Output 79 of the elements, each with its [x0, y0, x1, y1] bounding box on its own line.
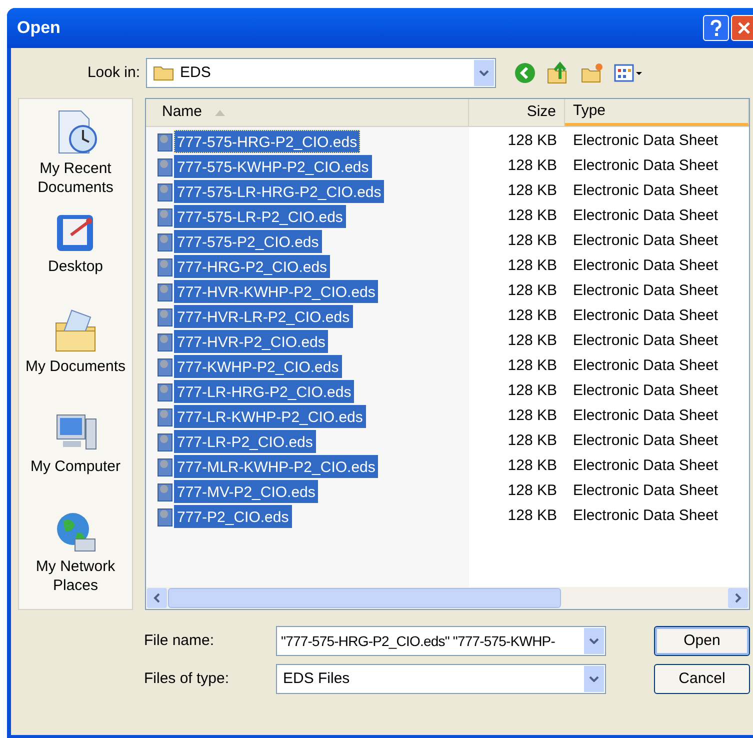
file-name[interactable]: 777-575-LR-P2_CIO.eds — [174, 205, 346, 228]
file-name[interactable]: 777-LR-KWHP-P2_CIO.eds — [174, 405, 366, 428]
file-type: Electronic Data Sheet — [572, 156, 718, 176]
file-type: Electronic Data Sheet — [572, 231, 718, 252]
file-type-dropdown[interactable]: EDS Files — [276, 664, 606, 694]
file-size: 128 KB — [506, 431, 558, 452]
cancel-button[interactable]: Cancel — [654, 664, 750, 694]
file-size: 128 KB — [506, 181, 558, 202]
file-type: Electronic Data Sheet — [572, 181, 718, 202]
file-type: Electronic Data Sheet — [572, 281, 718, 302]
file-size: 128 KB — [506, 406, 558, 426]
file-name[interactable]: 777-KWHP-P2_CIO.eds — [174, 355, 342, 378]
file-size: 128 KB — [506, 256, 558, 276]
column-header[interactable]: Size — [469, 99, 565, 126]
help-button[interactable] — [703, 15, 729, 41]
file-name[interactable]: 777-MLR-KWHP-P2_CIO.eds — [174, 455, 378, 478]
help-icon — [708, 19, 724, 37]
file-type: Electronic Data Sheet — [572, 456, 718, 476]
file-name[interactable]: 777-P2_CIO.eds — [174, 505, 292, 528]
column-header[interactable]: Type — [565, 99, 749, 126]
file-name-field[interactable]: "777-575-HRG-P2_CIO.eds" "777-575-KWHP- — [276, 626, 606, 656]
file-type: Electronic Data Sheet — [572, 256, 718, 276]
scroll-right-icon[interactable] — [728, 588, 748, 608]
file-size: 128 KB — [506, 381, 558, 402]
file-name[interactable]: 777-MV-P2_CIO.eds — [174, 480, 318, 503]
file-type: Electronic Data Sheet — [572, 206, 718, 226]
place-item[interactable]: Desktop — [20, 209, 130, 309]
new-folder-icon[interactable] — [580, 62, 604, 84]
file-size: 128 KB — [506, 331, 558, 352]
file-size: 128 KB — [506, 306, 558, 326]
file-name[interactable]: 777-575-HRG-P2_CIO.eds — [174, 130, 360, 153]
scroll-thumb[interactable] — [168, 588, 561, 608]
column-header[interactable]: Name — [146, 99, 469, 126]
folder-icon — [153, 64, 175, 82]
file-size: 128 KB — [506, 356, 558, 376]
file-type: Electronic Data Sheet — [572, 131, 718, 152]
file-name-label: File name: — [144, 630, 216, 651]
file-name[interactable]: 777-HVR-KWHP-P2_CIO.eds — [174, 280, 378, 303]
place-item[interactable]: My Recent Documents — [20, 109, 130, 209]
file-name[interactable]: 777-575-LR-HRG-P2_CIO.eds — [174, 180, 384, 203]
file-name[interactable]: 777-HVR-LR-P2_CIO.eds — [174, 305, 353, 328]
file-type: Electronic Data Sheet — [572, 506, 718, 526]
look-in-value: EDS — [180, 62, 212, 83]
file-size: 128 KB — [506, 506, 558, 526]
file-name[interactable]: 777-LR-P2_CIO.eds — [174, 430, 316, 453]
file-size: 128 KB — [506, 231, 558, 252]
place-item[interactable]: My Computer — [20, 409, 130, 509]
file-size: 128 KB — [506, 481, 558, 502]
file-size: 128 KB — [506, 206, 558, 226]
back-icon[interactable] — [514, 62, 536, 84]
file-size: 128 KB — [506, 281, 558, 302]
file-type: Electronic Data Sheet — [572, 356, 718, 376]
file-size: 128 KB — [506, 156, 558, 176]
close-button[interactable] — [731, 15, 753, 41]
file-size: 128 KB — [506, 131, 558, 152]
file-type: Electronic Data Sheet — [572, 381, 718, 402]
file-name[interactable]: 777-HVR-P2_CIO.eds — [174, 330, 328, 353]
file-name[interactable]: 777-HRG-P2_CIO.eds — [174, 255, 330, 278]
window-title: Open — [17, 17, 62, 40]
look-in-dropdown[interactable]: EDS — [146, 58, 496, 88]
file-type: Electronic Data Sheet — [572, 431, 718, 452]
file-type: Electronic Data Sheet — [572, 306, 718, 326]
file-name[interactable]: 777-LR-HRG-P2_CIO.eds — [174, 380, 354, 403]
file-size: 128 KB — [506, 456, 558, 476]
horizontal-scrollbar[interactable] — [146, 587, 749, 609]
file-name[interactable]: 777-575-P2_CIO.eds — [174, 230, 322, 253]
close-icon — [736, 20, 752, 36]
views-menu-icon[interactable] — [614, 63, 644, 83]
scroll-left-icon[interactable] — [147, 588, 167, 608]
place-item[interactable]: My Network Places — [20, 509, 130, 609]
file-name[interactable]: 777-575-KWHP-P2_CIO.eds — [174, 155, 372, 178]
look-in-label: Look in: — [86, 62, 141, 83]
file-type: Electronic Data Sheet — [572, 481, 718, 502]
file-type: Electronic Data Sheet — [572, 331, 718, 352]
file-type-label: Files of type: — [144, 668, 230, 689]
sort-arrow-icon — [214, 108, 226, 116]
open-button[interactable]: Open — [654, 626, 750, 656]
place-item[interactable]: My Documents — [20, 309, 130, 409]
file-type: Electronic Data Sheet — [572, 406, 718, 426]
